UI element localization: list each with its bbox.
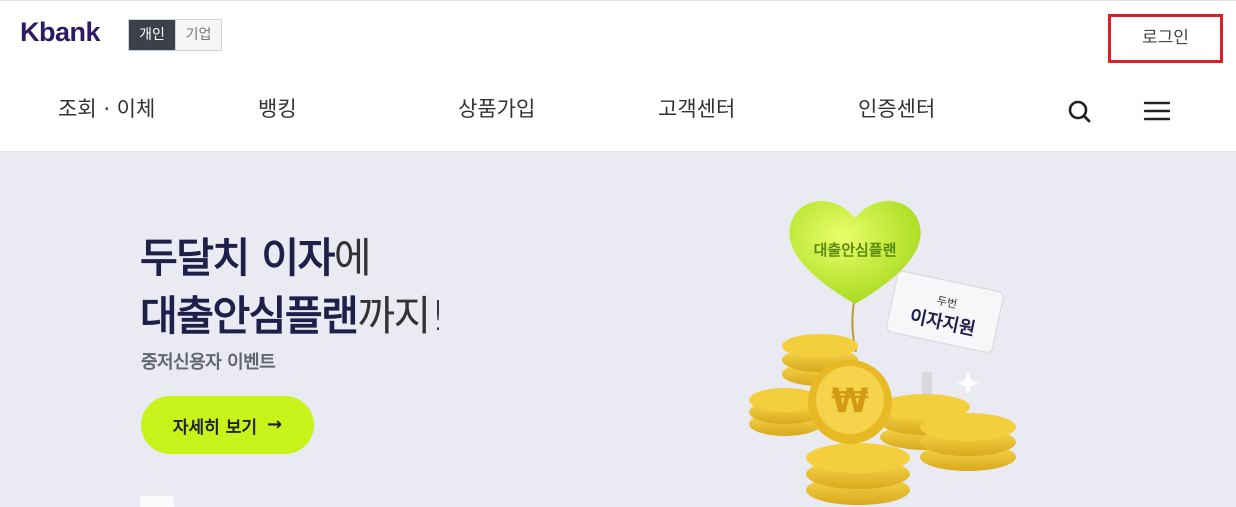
login-button[interactable]: 로그인 [1111,17,1220,60]
kbank-logo[interactable]: Kbank [20,17,101,48]
hero-headline-line2: 대출안심플랜까지! [140,282,446,342]
balloon-text: 대출안심플랜 [814,241,897,259]
hero-subtitle: 중저신용자 이벤트 [141,352,276,373]
arrow-right-icon: → [267,414,283,435]
nav-item-customer-center[interactable]: 고객센터 [658,93,735,123]
carousel-indicator[interactable] [140,496,174,507]
nav-item-certificate-center[interactable]: 인증센터 [858,93,935,123]
view-details-label: 자세히 보기 [172,417,258,438]
nav-item-inquiry-transfer[interactable]: 조회 · 이체 [58,93,155,123]
hero-headline-line1: 두달치 이자에 [140,224,372,284]
hero-headline-bold-2: 대출안심플랜 [140,292,359,340]
coin-stack-icon: ₩ [749,334,1016,505]
sparkle-icon [957,372,979,394]
loan-illustration: 대출안심플랜 두번 이자지원 ₩ [749,200,1016,505]
hero-banner[interactable]: 두달치 이자에 대출안심플랜까지! 중저신용자 이벤트 자세히 보기 → 대출안… [0,152,1236,507]
personal-tab[interactable]: 개인 [129,20,175,50]
hero-headline-thin-1: 에 [333,234,372,282]
hamburger-menu-icon[interactable] [1142,96,1172,126]
view-details-button[interactable]: 자세히 보기 → [141,396,314,454]
login-highlight: 로그인 [1108,14,1223,63]
customer-type-toggle: 개인 기업 [128,19,222,51]
nav-item-banking[interactable]: 뱅킹 [258,93,297,123]
nav-item-products[interactable]: 상품가입 [458,93,535,123]
won-coin-symbol: ₩ [831,381,869,421]
search-icon[interactable] [1064,96,1094,126]
business-tab[interactable]: 기업 [175,20,221,50]
hero-headline-bold-1: 두달치 이자 [140,234,335,282]
hero-headline-thin-2: 까지! [357,292,446,340]
header: Kbank 개인 기업 로그인 조회 · 이체 뱅킹 상품가입 고객센터 인증센… [0,0,1236,152]
